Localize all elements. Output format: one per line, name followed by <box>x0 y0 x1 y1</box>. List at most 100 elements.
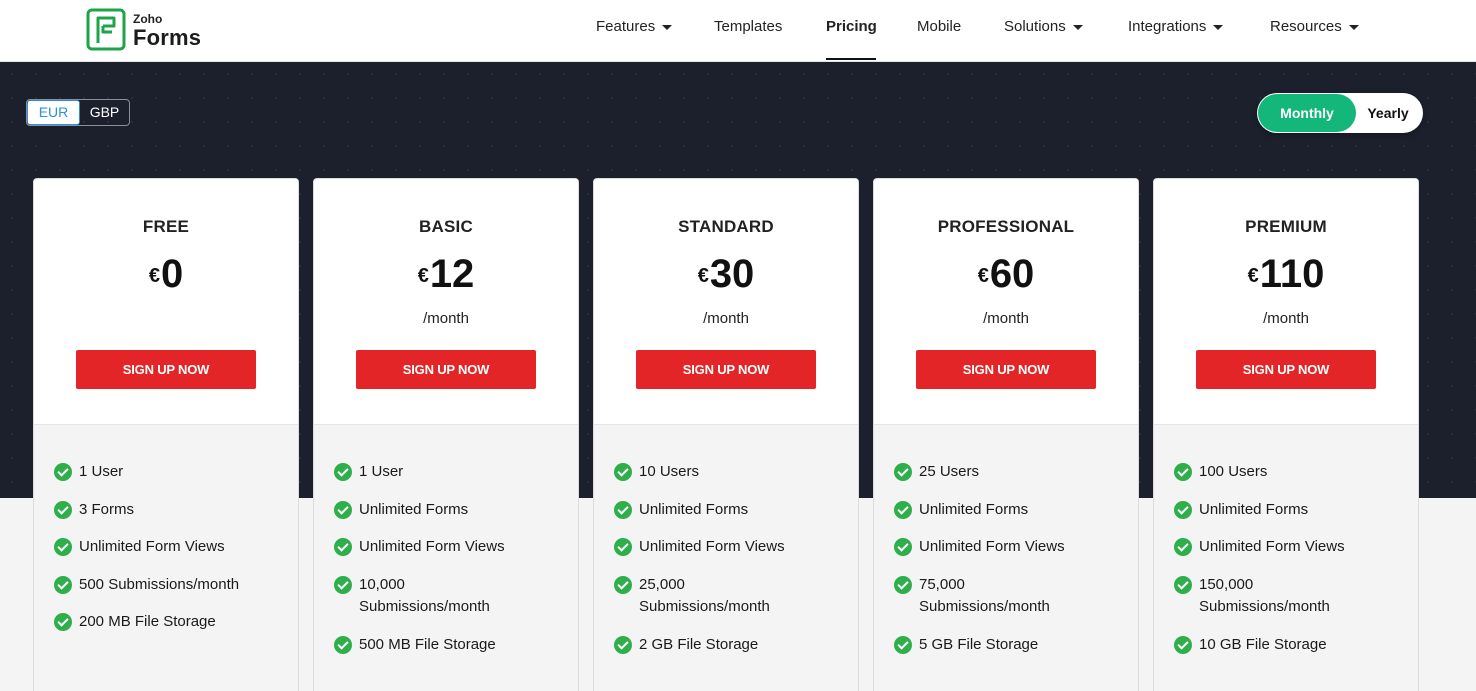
feature-item: 1 User <box>54 461 284 483</box>
feature-item: 2 GB File Storage <box>614 634 844 656</box>
nav-solutions-label: Solutions <box>1004 18 1066 35</box>
price-amount: 110 <box>1259 252 1325 296</box>
price-amount: 30 <box>709 252 755 296</box>
price-period: /month <box>1263 310 1309 327</box>
feature-item: Unlimited Forms <box>894 499 1124 521</box>
plan-price: €30 <box>594 251 858 297</box>
currency-switch: EUR GBP <box>26 99 130 126</box>
plan-card-standard: STANDARD €30 /month SIGN UP NOW 10 Users… <box>593 178 859 691</box>
plan-price: €0 <box>34 251 298 297</box>
feature-text: 5 GB File Storage <box>919 636 1039 653</box>
zoho-forms-logo[interactable]: Zoho Forms <box>86 8 201 51</box>
feature-text: Unlimited Forms <box>919 501 1029 518</box>
check-circle-icon <box>614 636 632 654</box>
feature-text: 500 Submissions/month <box>79 576 240 593</box>
nav-active-underline <box>826 58 876 60</box>
check-circle-icon <box>614 576 632 594</box>
plan-features-list: 10 Users Unlimited Forms Unlimited Form … <box>594 425 858 691</box>
feature-item: 25,000 Submissions/month <box>614 574 784 618</box>
feature-item: Unlimited Form Views <box>894 536 1124 558</box>
feature-text: 200 MB File Storage <box>79 613 216 630</box>
feature-item: Unlimited Form Views <box>1174 536 1404 558</box>
plan-name: PROFESSIONAL <box>937 217 1075 236</box>
check-circle-icon <box>334 576 352 594</box>
sign-up-button[interactable]: SIGN UP NOW <box>356 350 536 389</box>
nav-integrations-label: Integrations <box>1128 18 1207 35</box>
plan-name: FREE <box>142 217 190 236</box>
plan-card-header: PROFESSIONAL €60 /month SIGN UP NOW <box>874 179 1138 425</box>
plan-card-header: STANDARD €30 /month SIGN UP NOW <box>594 179 858 425</box>
sign-up-button[interactable]: SIGN UP NOW <box>916 350 1096 389</box>
feature-text: Unlimited Forms <box>1199 501 1309 518</box>
check-circle-icon <box>54 538 72 556</box>
plan-card-premium: PREMIUM €110 /month SIGN UP NOW 100 User… <box>1153 178 1419 691</box>
check-circle-icon <box>54 613 72 631</box>
feature-item: 3 Forms <box>54 499 284 521</box>
feature-text: Unlimited Form Views <box>359 538 505 555</box>
plan-card-professional: PROFESSIONAL €60 /month SIGN UP NOW 25 U… <box>873 178 1139 691</box>
feature-text: 150,000 Submissions/month <box>1199 576 1330 615</box>
feature-item: Unlimited Form Views <box>54 536 284 558</box>
feature-text: 25,000 Submissions/month <box>639 576 770 615</box>
feature-item: 10,000 Submissions/month <box>334 574 504 618</box>
nav-resources[interactable]: Resources <box>1270 18 1359 35</box>
nav-mobile-label: Mobile <box>917 18 962 35</box>
chevron-down-icon <box>1213 25 1224 30</box>
feature-item: 1 User <box>334 461 564 483</box>
price-amount: 0 <box>160 252 184 296</box>
check-circle-icon <box>1174 576 1192 594</box>
feature-item: 500 MB File Storage <box>334 634 564 656</box>
currency-gbp-button[interactable]: GBP <box>80 100 129 125</box>
feature-text: Unlimited Form Views <box>79 538 225 555</box>
feature-item: 150,000 Submissions/month <box>1174 574 1344 618</box>
billing-cycle-toggle: Monthly Yearly <box>1257 93 1423 133</box>
sign-up-button[interactable]: SIGN UP NOW <box>1196 350 1376 389</box>
nav-pricing[interactable]: Pricing <box>826 18 877 35</box>
feature-text: 100 Users <box>1199 463 1268 480</box>
plan-name: BASIC <box>419 217 473 236</box>
billing-monthly-button[interactable]: Monthly <box>1258 94 1356 132</box>
plan-card-free: FREE €0 SIGN UP NOW 1 User 3 Forms Unlim… <box>33 178 299 691</box>
feature-text: 25 Users <box>919 463 980 480</box>
currency-eur-button[interactable]: EUR <box>27 100 80 125</box>
price-period: /month <box>983 310 1029 327</box>
feature-item: 200 MB File Storage <box>54 611 284 633</box>
check-circle-icon <box>334 463 352 481</box>
nav-pricing-label: Pricing <box>826 18 877 35</box>
feature-text: 75,000 Submissions/month <box>919 576 1050 615</box>
plan-name: PREMIUM <box>1245 217 1327 236</box>
plan-features-list: 25 Users Unlimited Forms Unlimited Form … <box>874 425 1138 691</box>
feature-text: Unlimited Form Views <box>1199 538 1345 555</box>
feature-item: Unlimited Forms <box>334 499 564 521</box>
feature-text: 10 Users <box>639 463 700 480</box>
nav-integrations[interactable]: Integrations <box>1128 18 1224 35</box>
check-circle-icon <box>614 463 632 481</box>
plan-card-header: PREMIUM €110 /month SIGN UP NOW <box>1154 179 1418 425</box>
nav-solutions[interactable]: Solutions <box>1004 18 1083 35</box>
check-circle-icon <box>894 636 912 654</box>
sign-up-button[interactable]: SIGN UP NOW <box>76 350 256 389</box>
top-header: Zoho Forms Features Templates Pricing Mo… <box>0 0 1476 62</box>
check-circle-icon <box>894 463 912 481</box>
billing-yearly-button[interactable]: Yearly <box>1357 94 1419 132</box>
price-currency-symbol: € <box>1247 265 1259 287</box>
feature-item: 100 Users <box>1174 461 1404 483</box>
nav-features[interactable]: Features <box>596 18 673 35</box>
price-period: /month <box>423 310 469 327</box>
feature-item: Unlimited Forms <box>614 499 844 521</box>
price-currency-symbol: € <box>977 265 989 287</box>
chevron-down-icon <box>662 25 673 30</box>
sign-up-button[interactable]: SIGN UP NOW <box>636 350 816 389</box>
price-amount: 12 <box>429 252 475 296</box>
nav-mobile[interactable]: Mobile <box>917 18 961 35</box>
feature-item: 25 Users <box>894 461 1124 483</box>
feature-text: 500 MB File Storage <box>359 636 496 653</box>
check-circle-icon <box>614 538 632 556</box>
plan-card-basic: BASIC €12 /month SIGN UP NOW 1 User Unli… <box>313 178 579 691</box>
logo-forms-text: Forms <box>133 24 202 50</box>
nav-templates[interactable]: Templates <box>714 18 782 35</box>
price-currency-symbol: € <box>697 265 709 287</box>
check-circle-icon <box>54 463 72 481</box>
check-circle-icon <box>894 576 912 594</box>
check-circle-icon <box>1174 538 1192 556</box>
